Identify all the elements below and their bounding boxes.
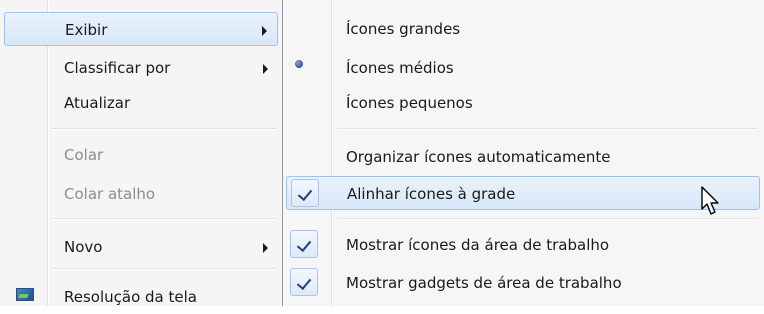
menu-item-label: Mostrar ícones da área de trabalho	[346, 236, 610, 254]
menu-item-label: Exibir	[65, 21, 108, 39]
menu-item-classificar-por[interactable]: Classificar por	[4, 51, 278, 85]
menu-item-novo[interactable]: Novo	[4, 230, 278, 264]
menu-item-mostrar-icones-da-area-de-trabalho[interactable]: Mostrar ícones da área de trabalho	[286, 228, 760, 262]
menu-item-label: Resolução da tela	[64, 288, 197, 306]
screen-resolution-icon	[16, 288, 34, 301]
menu-separator	[337, 128, 757, 129]
check-box	[291, 179, 319, 207]
menu-item-icones-grandes[interactable]: Ícones grandes	[286, 12, 760, 46]
menu-item-label: Novo	[64, 238, 103, 256]
menu-item-resolucao-da-tela[interactable]: Resolução da tela	[4, 280, 278, 314]
menu-item-mostrar-gadgets-de-area-de-trabalho[interactable]: Mostrar gadgets de área de trabalho	[286, 266, 760, 300]
menu-item-icones-medios[interactable]: Ícones médios	[286, 51, 760, 85]
check-box	[290, 268, 318, 296]
radio-bullet-icon	[295, 60, 303, 68]
menu-item-label: Organizar ícones automaticamente	[346, 148, 611, 166]
checkmark-icon	[296, 236, 312, 253]
menu-item-colar-atalho: Colar atalho	[4, 177, 278, 211]
menu-separator	[52, 128, 276, 129]
checkmark-icon	[297, 185, 313, 202]
checkmark-icon	[296, 274, 312, 291]
menu-item-colar: Colar	[4, 138, 278, 172]
menu-item-label: Classificar por	[64, 59, 171, 77]
menu-item-label: Colar	[64, 146, 104, 164]
menu-separator	[52, 268, 276, 269]
menu-item-organizar-icones-automaticamente[interactable]: Organizar ícones automaticamente	[286, 140, 760, 174]
menu-item-atualizar[interactable]: Atualizar	[4, 86, 278, 120]
menu-separator	[337, 218, 757, 219]
menu-item-icones-pequenos[interactable]: Ícones pequenos	[286, 86, 760, 120]
menu-item-label: Ícones grandes	[346, 20, 461, 38]
menu-item-exibir[interactable]: Exibir	[4, 12, 278, 46]
submenu-arrow-icon	[263, 243, 268, 253]
menu-item-label: Alinhar ícones à grade	[347, 185, 516, 203]
menu-item-label: Colar atalho	[64, 185, 156, 203]
submenu-arrow-icon	[262, 26, 267, 36]
check-box	[290, 230, 318, 258]
menu-separator	[52, 218, 276, 219]
menu-item-label: Atualizar	[64, 94, 131, 112]
mouse-pointer-icon	[701, 186, 719, 215]
menu-item-label: Mostrar gadgets de área de trabalho	[346, 274, 622, 292]
menu-item-alinhar-icones-a-grade[interactable]: Alinhar ícones à grade	[286, 176, 760, 210]
menu-item-label: Ícones pequenos	[346, 94, 473, 112]
desktop-context-menu: Exibir Classificar por Atualizar Colar C…	[0, 0, 283, 306]
menu-item-label: Ícones médios	[346, 59, 454, 77]
view-submenu: Ícones grandes Ícones médios Ícones pequ…	[283, 0, 764, 306]
submenu-arrow-icon	[263, 64, 268, 74]
